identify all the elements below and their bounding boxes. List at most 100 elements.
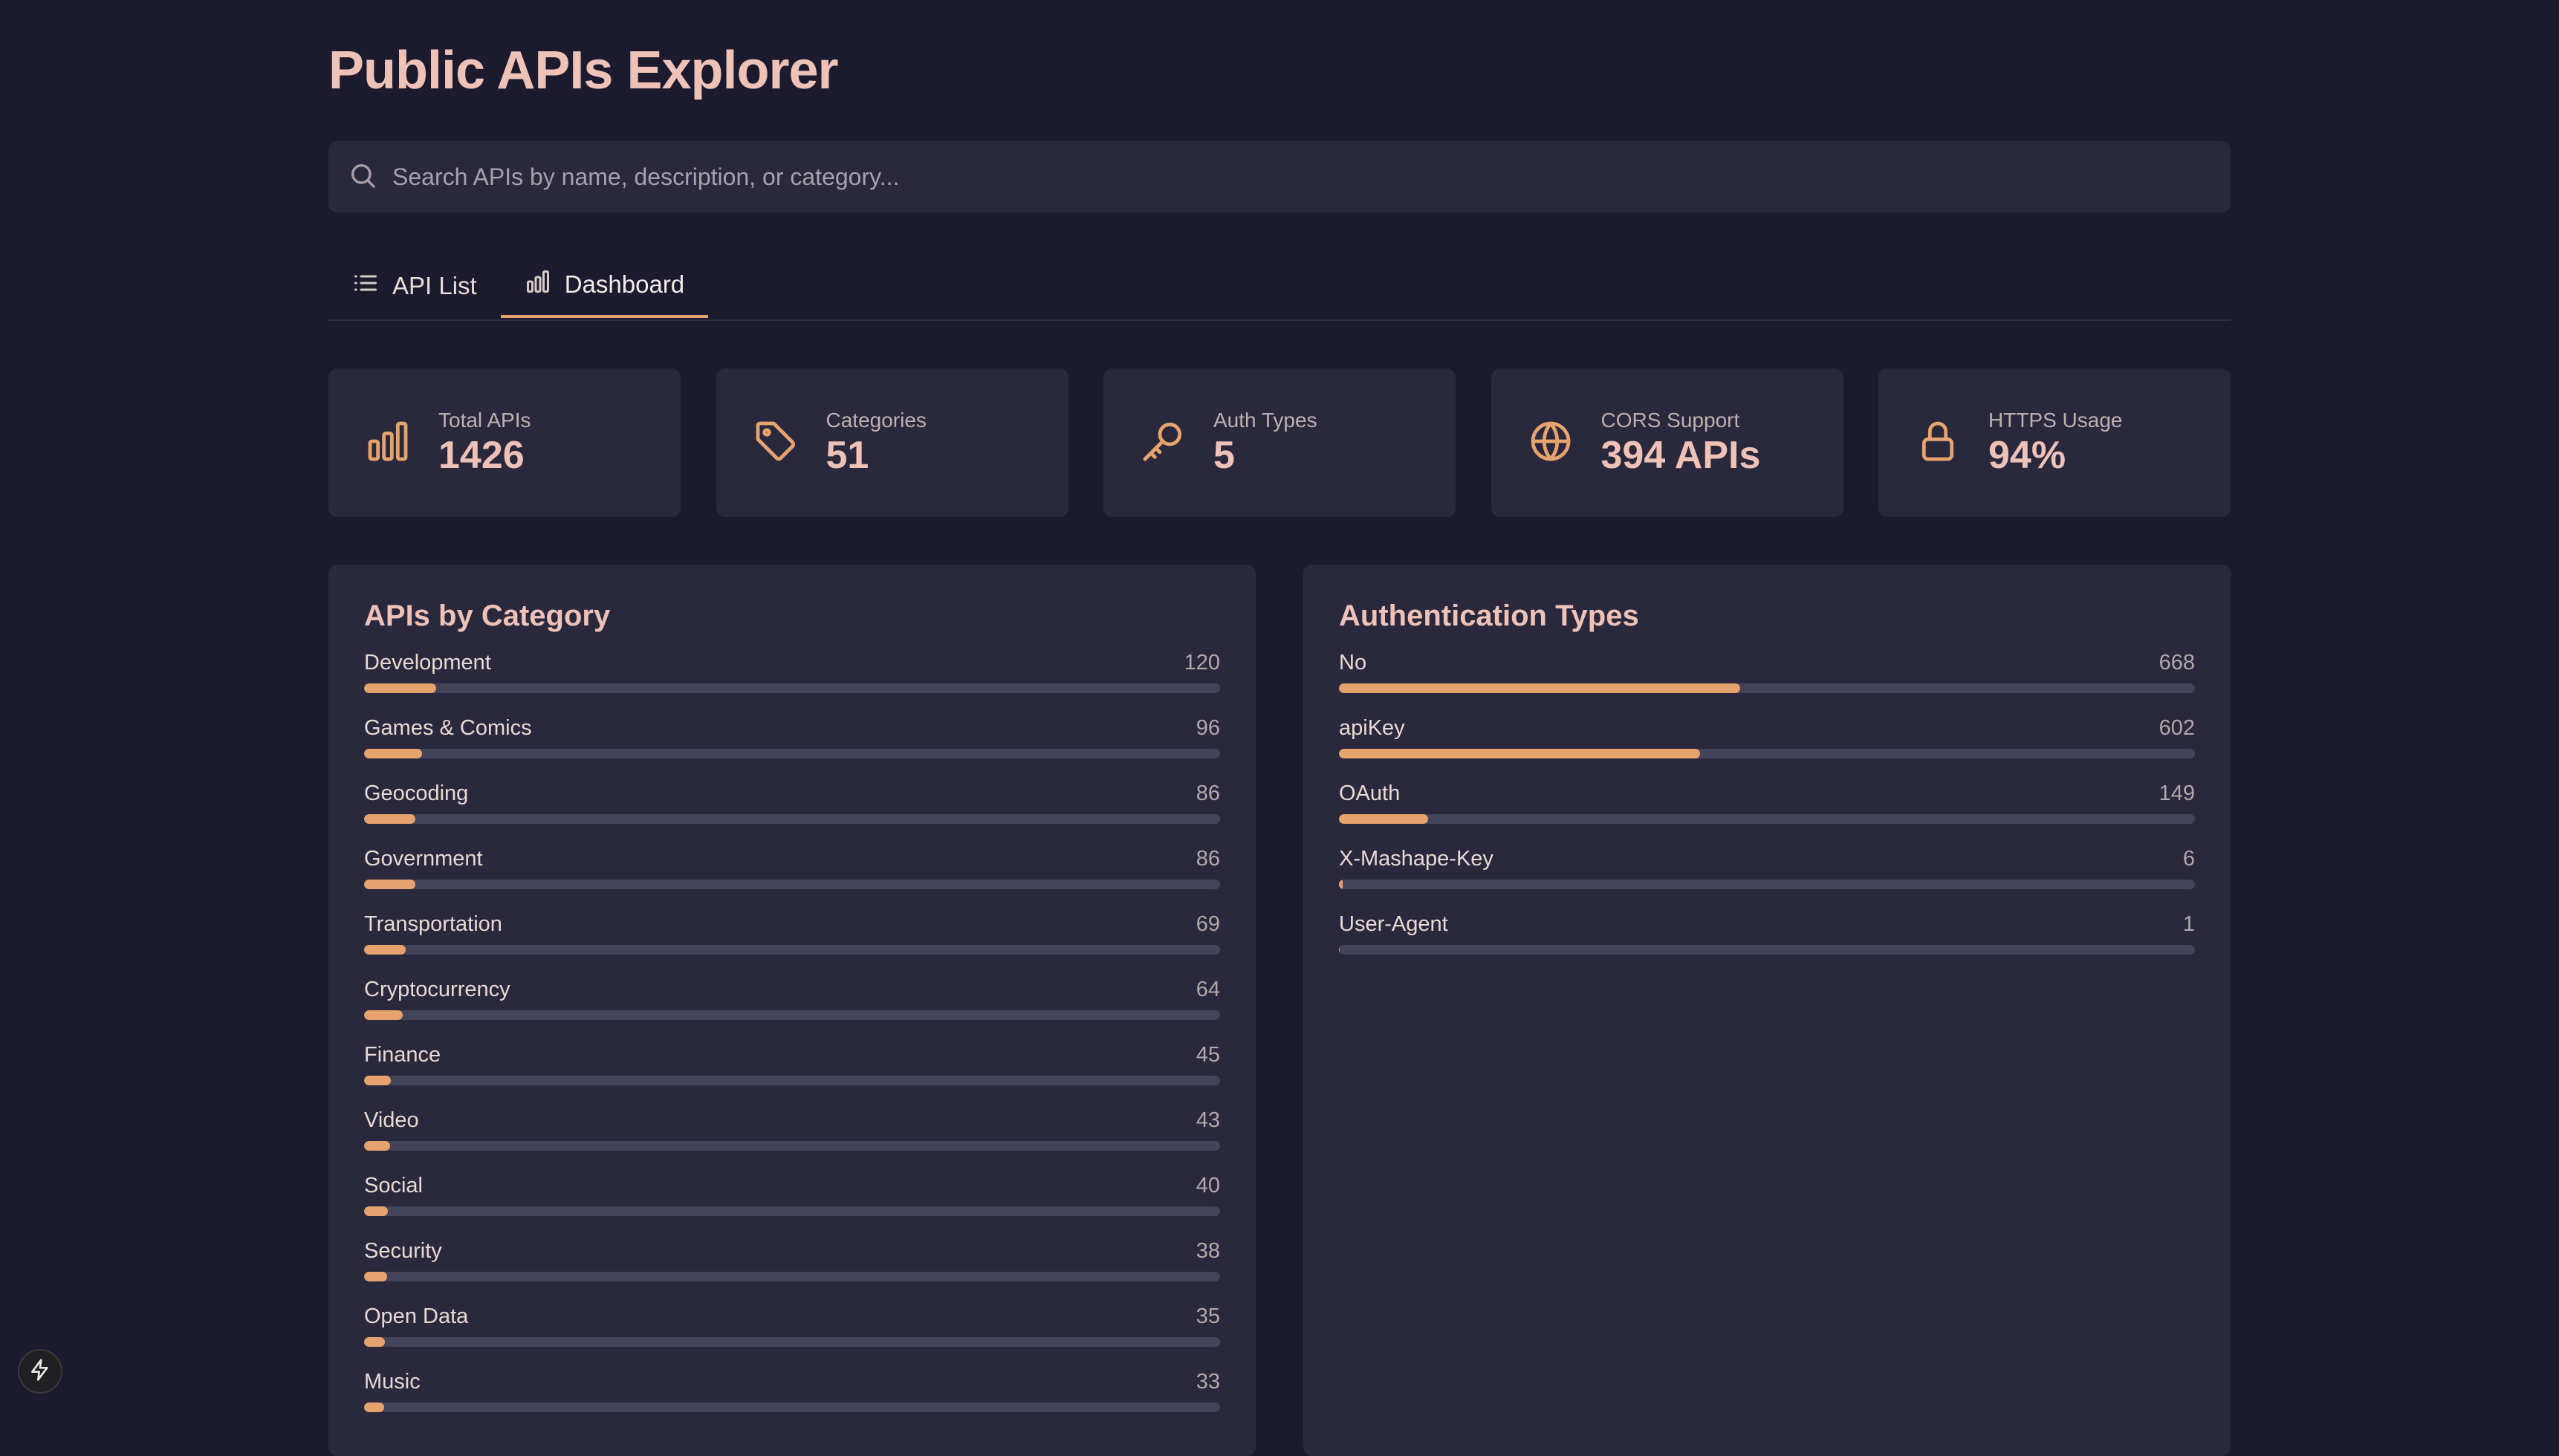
category-row-header: Music 33 — [364, 1367, 1220, 1397]
search-icon — [348, 160, 377, 194]
category-row-count: 43 — [1196, 1108, 1220, 1132]
view-tabs: API List Dashboard — [328, 254, 2231, 321]
category-row-bar-track — [364, 1272, 1220, 1281]
category-row-bar-fill — [364, 880, 416, 889]
category-row-header: Development 120 — [364, 648, 1220, 677]
auth-panel: Authentication Types No 668 apiKey 602 OAuth… — [1303, 565, 2231, 1456]
category-panel-title: APIs by Category — [364, 599, 611, 632]
category-row-name: Games & Comics — [364, 716, 532, 740]
category-row-header: Open Data 35 — [364, 1301, 1220, 1331]
auth-type-row: OAuth 149 — [1339, 779, 2195, 844]
lock-icon — [1914, 417, 1962, 469]
dashboard-panels: APIs by Category Development 120 Games & C… — [328, 565, 2231, 1456]
auth-type-row-bar-fill — [1339, 749, 1701, 758]
stat-value: 94% — [1988, 434, 2066, 477]
category-row-count: 38 — [1196, 1239, 1220, 1263]
tab-dashboard[interactable]: Dashboard — [500, 254, 709, 318]
tag-icon — [752, 417, 800, 469]
auth-type-row-bar-track — [1339, 945, 2195, 955]
stat-card-https-usage: HTTPS Usage 94% — [1878, 368, 2231, 517]
category-row: Cryptocurrency 64 — [364, 975, 1220, 1040]
stat-label: Total APIs — [438, 409, 531, 432]
category-row-bar-track — [364, 1141, 1220, 1151]
auth-type-row-count: 1 — [2182, 912, 2195, 936]
category-row-count: 64 — [1196, 978, 1220, 1001]
category-row-bar-fill — [364, 1403, 384, 1412]
category-row-count: 120 — [1184, 651, 1220, 675]
auth-type-row-header: User-Agent 1 — [1339, 909, 2195, 939]
category-list: Development 120 Games & Comics 96 Geocoding 8… — [364, 648, 1220, 1432]
key-icon — [1139, 417, 1187, 469]
quick-action-button[interactable] — [18, 1349, 62, 1394]
category-row-bar-track — [364, 880, 1220, 889]
tab-dashboard-label: Dashboard — [564, 270, 685, 298]
stat-label: CORS Support — [1600, 409, 1740, 432]
category-row: Finance 45 — [364, 1040, 1220, 1105]
stat-card-total-apis: Total APIs 1426 — [328, 368, 681, 517]
category-row: Security 38 — [364, 1236, 1220, 1301]
category-row-count: 86 — [1196, 781, 1220, 805]
stat-label: HTTPS Usage — [1988, 409, 2123, 432]
category-row-bar-track — [364, 814, 1220, 824]
category-row-bar-track — [364, 749, 1220, 758]
category-row-count: 35 — [1196, 1304, 1220, 1328]
category-row-name: Development — [364, 651, 491, 675]
stat-label: Categories — [826, 409, 927, 432]
auth-type-row-name: X-Mashape-Key — [1339, 847, 1493, 871]
auth-type-row-bar-track — [1339, 880, 2195, 889]
category-row-bar-fill — [364, 1206, 389, 1216]
auth-type-row-count: 602 — [2159, 716, 2195, 740]
bar-chart-icon — [364, 417, 412, 469]
auth-type-row-bar-track — [1339, 749, 2195, 758]
category-row-count: 33 — [1196, 1370, 1220, 1394]
category-row: Music 33 — [364, 1367, 1220, 1432]
auth-type-row: User-Agent 1 — [1339, 909, 2195, 975]
auth-type-row-bar-track — [1339, 683, 2195, 693]
category-row-bar-track — [364, 1076, 1220, 1085]
category-row-header: Security 38 — [364, 1236, 1220, 1266]
stat-value: 5 — [1213, 434, 1235, 477]
tab-api-list[interactable]: API List — [328, 254, 501, 318]
category-row-bar-fill — [364, 749, 422, 758]
category-row: Video 43 — [364, 1105, 1220, 1171]
category-row-header: Transportation 69 — [364, 909, 1220, 939]
auth-type-row-name: User-Agent — [1339, 912, 1448, 936]
stat-card-cors-support: CORS Support 394 APIs — [1491, 368, 1843, 517]
category-row-bar-fill — [364, 1141, 390, 1151]
category-row: Development 120 — [364, 648, 1220, 713]
category-row-bar-fill — [364, 1272, 387, 1281]
auth-type-row-name: OAuth — [1339, 781, 1401, 805]
category-row-header: Social 40 — [364, 1171, 1220, 1200]
category-row-bar-track — [364, 1206, 1220, 1216]
stat-card-categories: Categories 51 — [716, 368, 1068, 517]
auth-type-row-bar-fill — [1339, 683, 1740, 693]
search-input[interactable] — [391, 162, 2231, 192]
category-row-bar-track — [364, 1010, 1220, 1020]
category-row-bar-track — [364, 1403, 1220, 1412]
category-row-bar-fill — [364, 1337, 386, 1347]
category-row-bar-fill — [364, 1010, 403, 1020]
stat-value: 51 — [826, 434, 869, 477]
auth-panel-title: Authentication Types — [1339, 599, 1639, 632]
search-bar[interactable] — [328, 141, 2231, 212]
bar-chart-icon — [525, 268, 565, 301]
category-row-bar-fill — [364, 814, 416, 824]
globe-icon — [1527, 417, 1574, 469]
tab-api-list-label: API List — [392, 272, 477, 299]
category-row-header: Geocoding 86 — [364, 779, 1220, 808]
auth-type-row-count: 6 — [2182, 847, 2195, 871]
category-row-count: 45 — [1196, 1043, 1220, 1067]
auth-type-list: No 668 apiKey 602 OAuth 149 X-Mashape-Key 6 User… — [1339, 648, 2195, 975]
category-row-name: Music — [364, 1370, 421, 1394]
auth-type-row-name: apiKey — [1339, 716, 1405, 740]
category-row-name: Cryptocurrency — [364, 978, 510, 1001]
auth-type-row-header: apiKey 602 — [1339, 713, 2195, 743]
category-row-bar-track — [364, 945, 1220, 955]
auth-type-row-bar-fill — [1339, 814, 1429, 824]
lightning-bolt-icon — [28, 1358, 52, 1385]
category-row-bar-fill — [364, 683, 436, 693]
auth-type-row-count: 668 — [2159, 651, 2195, 675]
stats-row: Total APIs 1426 Categories 51 Auth Types… — [328, 368, 2231, 517]
category-row-count: 40 — [1196, 1174, 1220, 1197]
category-row: Social 40 — [364, 1171, 1220, 1236]
